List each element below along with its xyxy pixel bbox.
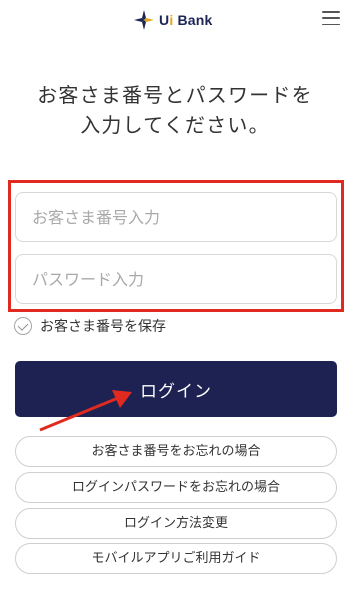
title-line-1: お客さま番号とパスワードを [37, 83, 313, 107]
header: Ui Bank [0, 0, 350, 42]
checkmark-circle-icon [14, 317, 32, 335]
title-line-2: 入力してください。 [80, 113, 270, 137]
customer-number-input[interactable] [15, 192, 337, 242]
password-input[interactable] [15, 254, 337, 304]
change-login-method-link[interactable]: ログイン方法変更 [15, 508, 337, 539]
page-title: お客さま番号とパスワードを 入力してください。 [0, 80, 350, 140]
hamburger-menu-icon[interactable] [322, 11, 340, 27]
mobile-app-guide-link[interactable]: モバイルアプリご利用ガイド [15, 543, 337, 574]
brand-name: Ui Bank [159, 12, 213, 28]
save-customer-number-checkbox[interactable]: お客さま番号を保存 [14, 316, 166, 336]
forgot-customer-number-link[interactable]: お客さま番号をお忘れの場合 [15, 436, 337, 467]
save-customer-number-label: お客さま番号を保存 [40, 319, 166, 335]
ui-bank-logo-icon [134, 10, 154, 30]
forgot-login-password-link[interactable]: ログインパスワードをお忘れの場合 [15, 472, 337, 503]
brand-logo[interactable]: Ui Bank [133, 9, 213, 31]
login-button[interactable]: ログイン [15, 361, 337, 417]
